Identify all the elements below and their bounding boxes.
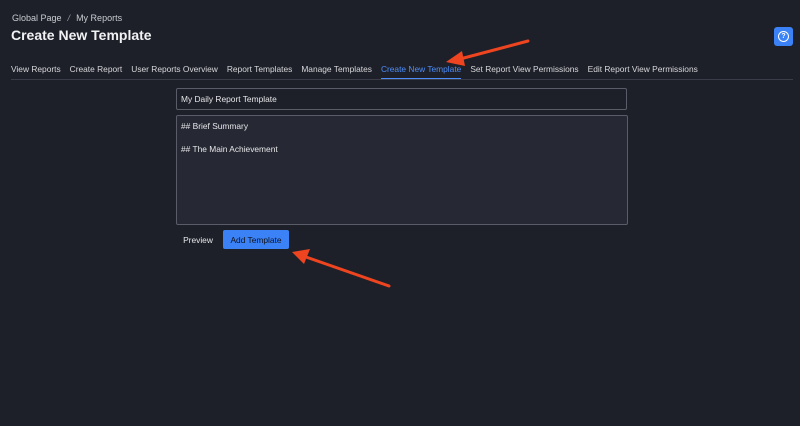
tab-create-report[interactable]: Create Report (70, 64, 123, 79)
question-circle-icon: ? (778, 31, 789, 42)
tab-manage-templates[interactable]: Manage Templates (301, 64, 372, 79)
annotation-arrow-to-button (292, 249, 391, 288)
add-template-button[interactable]: Add Template (223, 230, 289, 249)
help-button[interactable]: ? (774, 27, 793, 46)
breadcrumb-separator: / (67, 13, 71, 23)
template-title-input[interactable] (176, 88, 627, 110)
breadcrumb-global-page[interactable]: Global Page (12, 13, 62, 23)
tab-set-report-view-permissions[interactable]: Set Report View Permissions (470, 64, 578, 79)
tab-edit-report-view-permissions[interactable]: Edit Report View Permissions (588, 64, 698, 79)
tab-user-reports-overview[interactable]: User Reports Overview (131, 64, 218, 79)
page-title: Create New Template (11, 27, 152, 43)
tab-report-templates[interactable]: Report Templates (227, 64, 292, 79)
breadcrumb-my-reports[interactable]: My Reports (76, 13, 122, 23)
tab-create-new-template[interactable]: Create New Template (380, 64, 462, 79)
annotation-arrow-to-tab (446, 39, 530, 66)
template-body-textarea[interactable]: ## Brief Summary ## The Main Achievement (176, 115, 628, 225)
preview-button[interactable]: Preview (177, 230, 219, 249)
tab-view-reports[interactable]: View Reports (11, 64, 61, 79)
breadcrumb: Global Page / My Reports (12, 13, 122, 23)
tab-bar: View Reports Create Report User Reports … (11, 64, 793, 80)
